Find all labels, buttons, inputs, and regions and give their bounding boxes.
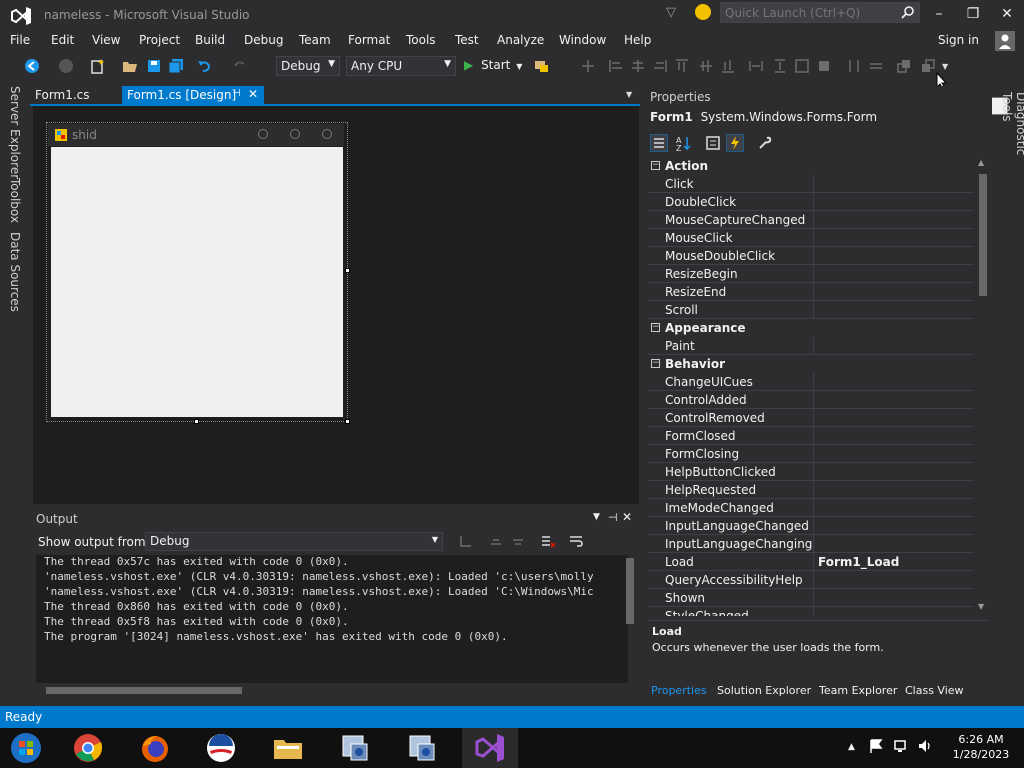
property-value[interactable]: Form1_Load <box>818 555 899 569</box>
property-name: HelpButtonClicked <box>665 465 776 479</box>
properties-grid: − Action Click DoubleClick MouseCaptureChang… <box>0 0 1024 616</box>
chrome-icon[interactable] <box>72 732 104 764</box>
collapse-icon[interactable]: − <box>651 323 660 332</box>
scroll-up-icon[interactable]: ▲ <box>978 158 984 167</box>
property-name: DoubleClick <box>665 195 737 209</box>
property-name: ControlRemoved <box>665 411 765 425</box>
file-explorer-icon[interactable] <box>272 732 304 764</box>
tab-solution-explorer[interactable]: Solution Explorer <box>717 684 811 697</box>
property-row[interactable]: MouseDoubleClick <box>648 247 974 265</box>
tab-properties[interactable]: Properties <box>651 684 707 697</box>
category-label: Behavior <box>665 357 726 371</box>
property-category[interactable]: − Action <box>648 157 974 175</box>
clock-time: 6:26 AM <box>958 733 1004 746</box>
start-orb-icon[interactable] <box>10 732 42 764</box>
property-row[interactable]: ControlAdded <box>648 391 974 409</box>
property-row[interactable]: Shown <box>648 589 974 607</box>
action-center-flag-icon[interactable] <box>868 738 884 754</box>
property-row[interactable]: ResizeBegin <box>648 265 974 283</box>
output-line: The thread 0x5f8 has exited with code 0 … <box>44 615 349 628</box>
property-row[interactable]: StyleChanged <box>648 607 974 616</box>
status-text: Ready <box>5 710 43 724</box>
visual-studio-taskbar-button[interactable] <box>462 728 518 768</box>
property-row[interactable]: ResizeEnd <box>648 283 974 301</box>
property-name: Click <box>665 177 694 191</box>
property-row[interactable]: HelpButtonClicked <box>648 463 974 481</box>
property-row[interactable]: ControlRemoved <box>648 409 974 427</box>
property-name: StyleChanged <box>665 609 749 616</box>
property-name: MouseClick <box>665 231 733 245</box>
properties-bottom-tabs: Properties Solution Explorer Team Explor… <box>646 682 992 702</box>
property-name: InputLanguageChanged <box>665 519 809 533</box>
property-row[interactable]: Load Form1_Load <box>648 553 974 571</box>
clock-date: 1/28/2023 <box>952 748 1010 761</box>
property-row[interactable]: HelpRequested <box>648 481 974 499</box>
property-name: Scroll <box>665 303 698 317</box>
installer-app-2-icon[interactable] <box>406 732 438 764</box>
property-row[interactable]: FormClosing <box>648 445 974 463</box>
property-name: ResizeBegin <box>665 267 738 281</box>
collapse-icon[interactable]: − <box>651 161 660 170</box>
scroll-down-icon[interactable]: ▼ <box>978 602 984 611</box>
property-row[interactable]: Scroll <box>648 301 974 319</box>
tab-team-explorer[interactable]: Team Explorer <box>819 684 897 697</box>
property-name: FormClosing <box>665 447 740 461</box>
description-title: Load <box>652 625 682 638</box>
properties-scrollbar-track[interactable]: ▲ ▼ <box>978 156 988 616</box>
property-name: MouseCaptureChanged <box>665 213 806 227</box>
property-row[interactable]: FormClosed <box>648 427 974 445</box>
network-icon[interactable] <box>893 738 909 754</box>
campaign-logo-icon[interactable] <box>205 732 237 764</box>
tab-class-view[interactable]: Class View <box>905 684 964 697</box>
output-horizontal-scrollbar[interactable] <box>46 687 242 694</box>
category-label: Action <box>665 159 709 173</box>
taskbar-clock[interactable]: 6:26 AM 1/28/2023 <box>942 733 1020 761</box>
property-name: QueryAccessibilityHelp <box>665 573 803 587</box>
property-category[interactable]: − Behavior <box>648 355 974 373</box>
property-row[interactable]: QueryAccessibilityHelp <box>648 571 974 589</box>
property-name: Paint <box>665 339 695 353</box>
property-name: MouseDoubleClick <box>665 249 776 263</box>
volume-icon[interactable] <box>917 738 933 754</box>
property-name: FormClosed <box>665 429 736 443</box>
property-name: HelpRequested <box>665 483 757 497</box>
properties-scrollbar-thumb[interactable] <box>979 174 987 296</box>
property-category[interactable]: − Appearance <box>648 319 974 337</box>
property-row[interactable]: Paint <box>648 337 974 355</box>
property-row[interactable]: DoubleClick <box>648 193 974 211</box>
firefox-icon[interactable] <box>139 732 171 764</box>
property-row[interactable]: ChangeUICues <box>648 373 974 391</box>
visual-studio-icon <box>475 734 504 762</box>
output-line: The program '[3024] nameless.vshost.exe'… <box>44 630 508 643</box>
property-name: InputLanguageChanging <box>665 537 813 551</box>
property-name: Load <box>665 555 694 569</box>
property-row[interactable]: ImeModeChanged <box>648 499 974 517</box>
collapse-icon[interactable]: − <box>651 359 660 368</box>
status-bar: Ready <box>0 706 1024 728</box>
property-row[interactable]: Click <box>648 175 974 193</box>
description-text: Occurs whenever the user loads the form. <box>652 641 884 654</box>
property-row[interactable]: InputLanguageChanged <box>648 517 974 535</box>
property-name: ChangeUICues <box>665 375 753 389</box>
installer-app-icon[interactable] <box>339 732 371 764</box>
show-hidden-icons-icon[interactable]: ▲ <box>848 742 855 752</box>
property-name: Shown <box>665 591 705 605</box>
property-row[interactable]: MouseClick <box>648 229 974 247</box>
property-name: ImeModeChanged <box>665 501 774 515</box>
property-row[interactable]: MouseCaptureChanged <box>648 211 974 229</box>
category-label: Appearance <box>665 321 746 335</box>
property-row[interactable]: InputLanguageChanging <box>648 535 974 553</box>
property-name: ControlAdded <box>665 393 747 407</box>
property-description-pane: Load Occurs whenever the user loads the … <box>648 620 988 678</box>
property-name: ResizeEnd <box>665 285 727 299</box>
